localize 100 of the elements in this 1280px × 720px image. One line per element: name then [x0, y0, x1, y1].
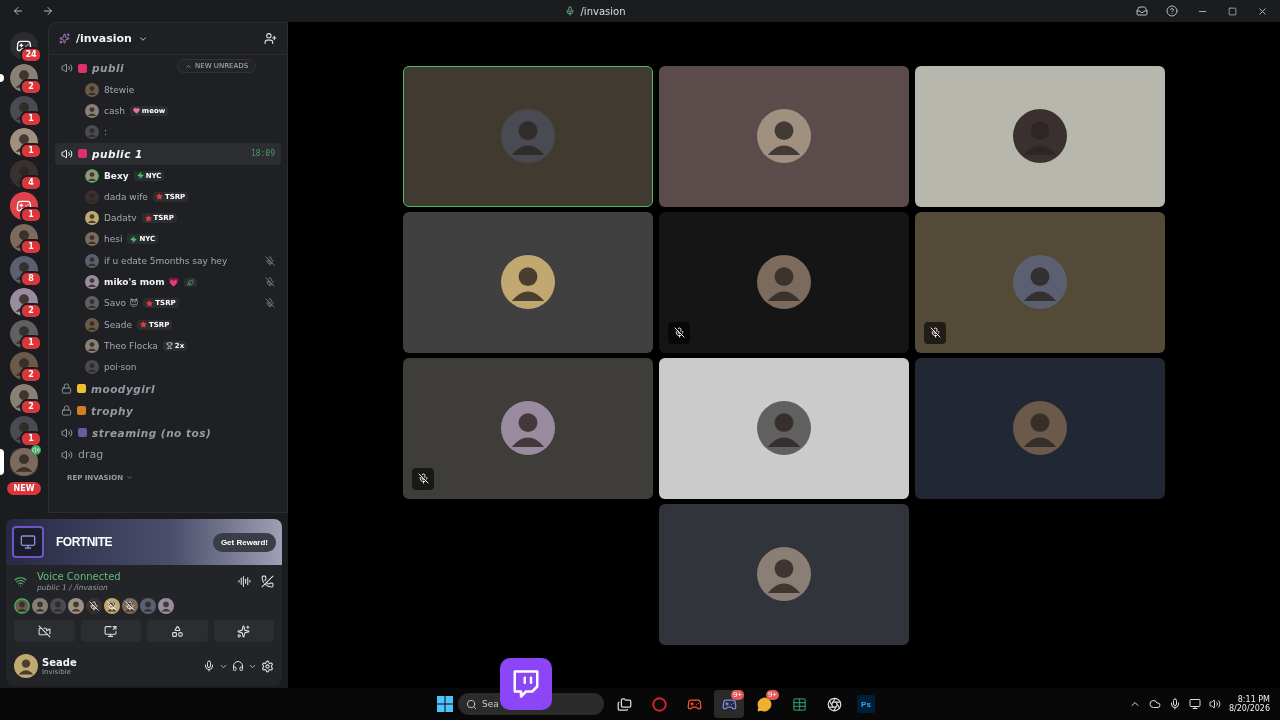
controller-icon [721, 696, 737, 712]
member-name[interactable]: : [104, 127, 108, 138]
mic-icon[interactable] [203, 660, 215, 672]
new-badge: NEW [6, 482, 42, 495]
video-tile[interactable] [659, 357, 909, 499]
sound-icon[interactable] [238, 575, 251, 588]
unread-badge: 1 [20, 239, 42, 255]
member-name[interactable]: Bexy [104, 170, 129, 181]
add-member-icon[interactable] [264, 32, 277, 45]
lock-icon [61, 405, 72, 417]
member-name[interactable]: Seade [104, 319, 132, 330]
unread-badge: 2 [20, 367, 42, 383]
taskbar-app[interactable]: Ps [857, 695, 875, 713]
sparkles-icon [237, 624, 251, 638]
channel-name[interactable]: publi [92, 62, 125, 74]
bolt-icon [130, 235, 138, 243]
bolt-icon [136, 172, 144, 180]
member-name[interactable]: poi·son [104, 362, 137, 373]
avatar [50, 598, 66, 614]
member-name[interactable]: 8tewie [104, 84, 135, 95]
channel-row[interactable]: public 1 18:09 [55, 142, 281, 165]
mic-icon[interactable] [1168, 698, 1181, 710]
server-name[interactable]: /invasion [76, 32, 132, 45]
screen-share-icon [104, 624, 118, 638]
member-name[interactable]: dada wife [104, 191, 148, 202]
twitch-glyph-icon [511, 669, 541, 699]
video-tile[interactable] [659, 65, 909, 207]
star-icon [155, 193, 163, 201]
settings-icon[interactable] [261, 659, 274, 673]
disconnect-icon[interactable] [261, 575, 274, 588]
channel-name[interactable]: public 1 [92, 147, 143, 160]
speaker-icon [61, 426, 73, 439]
cloud-icon[interactable] [1148, 698, 1161, 710]
member-name[interactable]: Dadatv [104, 213, 137, 224]
time[interactable]: 8:11 PM [1237, 695, 1270, 704]
member-name[interactable]: Savo 😈 [104, 298, 139, 309]
video-tile[interactable] [659, 211, 909, 353]
taskbar-app[interactable]: 9+ [714, 690, 744, 718]
star-icon [146, 299, 154, 307]
get-reward-button[interactable]: Get Reward! [212, 532, 276, 552]
avatar [1013, 109, 1067, 163]
folders-icon [616, 696, 632, 712]
camera-button[interactable] [14, 620, 75, 642]
activities-button[interactable] [147, 620, 208, 642]
video-tile[interactable] [915, 211, 1165, 353]
voice-status: Voice Connected [37, 571, 121, 582]
search-icon [466, 698, 477, 710]
video-tile[interactable] [403, 211, 653, 353]
unread-badge: 1 [20, 143, 42, 159]
avatar [501, 109, 555, 163]
help-icon [1166, 5, 1178, 17]
avatar [68, 598, 84, 614]
forward-arrow-icon [42, 5, 54, 17]
network-icon[interactable] [1188, 698, 1201, 710]
server-button[interactable] [10, 448, 38, 476]
date[interactable]: 8/20/2026 [1228, 704, 1270, 713]
camera-off-icon [37, 624, 51, 638]
video-tile[interactable] [659, 503, 909, 645]
video-tile[interactable] [915, 65, 1165, 207]
channel-name[interactable]: moodygirl [91, 382, 156, 395]
heart-icon [132, 107, 140, 115]
unread-badge: 2 [20, 79, 42, 95]
member-name[interactable]: Theo Flocka [104, 340, 158, 351]
unread-badge: 1 [20, 431, 42, 447]
emoji-icon [78, 149, 87, 159]
emoji-icon [77, 406, 86, 416]
soundboard-button[interactable] [213, 620, 274, 642]
window-title: /invasion [580, 5, 626, 17]
ring-icon [651, 696, 667, 712]
member-name[interactable]: hesi [104, 234, 123, 245]
speaker-icon [61, 147, 73, 160]
avatar [140, 598, 156, 614]
video-tile[interactable] [403, 357, 653, 499]
user-name: Seade [42, 656, 77, 668]
member-name[interactable]: if u edate 5months say hey [104, 255, 228, 266]
channel-name[interactable]: streaming (no tos) [92, 426, 212, 439]
unread-badge: 1 [20, 335, 42, 351]
share-screen-button[interactable] [80, 620, 141, 642]
video-tile[interactable] [403, 65, 653, 207]
windows-icon[interactable] [437, 696, 453, 712]
avatar [757, 109, 811, 163]
avatar [1013, 255, 1067, 309]
mic-icon [564, 6, 575, 16]
channel-name[interactable]: drag [78, 448, 104, 462]
promo-icon [12, 526, 44, 558]
channel-name[interactable]: trophy [91, 404, 134, 417]
star-icon [140, 321, 147, 329]
floating-app-icon[interactable] [500, 658, 552, 710]
avatar [757, 255, 811, 309]
taskbar-app[interactable]: 9+ [749, 690, 779, 718]
member-name[interactable]: cash [104, 105, 125, 116]
unread-badge: 1 [20, 111, 42, 127]
app-badge: 9+ [730, 690, 744, 700]
maximize-icon [1227, 6, 1237, 16]
controller-icon [686, 696, 702, 712]
member-name[interactable]: miko's mom 💗 [104, 277, 179, 287]
volume-icon[interactable] [1208, 698, 1221, 710]
headphones-icon[interactable] [232, 660, 244, 672]
unread-badge: 2 [20, 303, 42, 319]
video-tile[interactable] [915, 357, 1165, 499]
